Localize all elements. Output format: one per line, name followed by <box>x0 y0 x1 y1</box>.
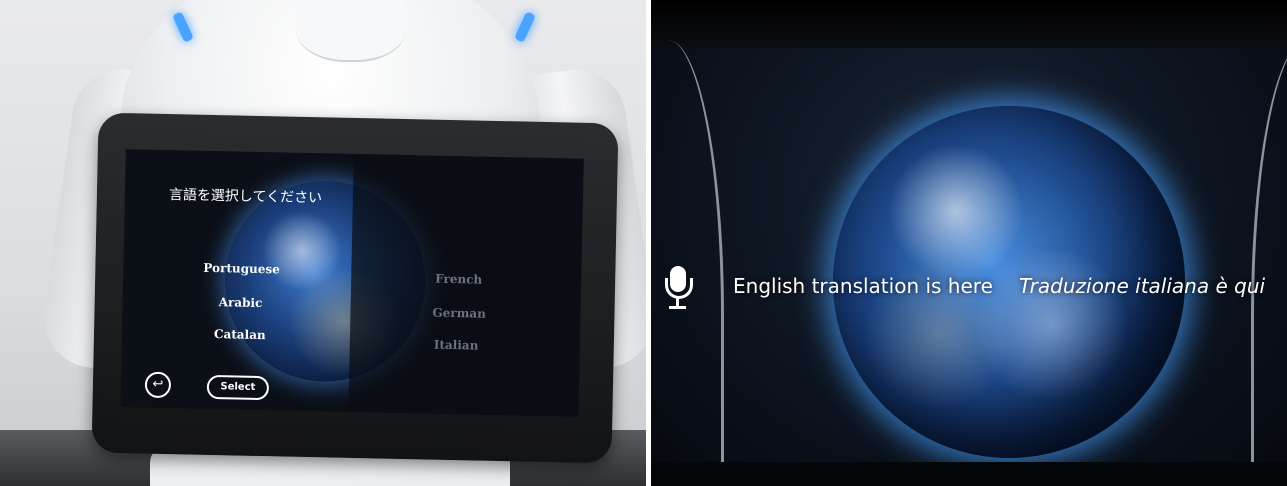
robot-neck <box>296 0 406 62</box>
language-option-arabic[interactable]: Arabic <box>219 295 263 310</box>
microphone-icon[interactable] <box>663 266 693 310</box>
language-option-french[interactable]: French <box>435 272 482 287</box>
screen-edge-right <box>1251 40 1287 486</box>
robot-tablet-photo: 言語を選択してください Portuguese Arabic Catalan Fr… <box>0 0 646 486</box>
screen-edge-left <box>651 40 724 486</box>
robot-led-right <box>514 11 536 43</box>
page-title: 言語を選択してください <box>168 187 323 207</box>
language-option-italian[interactable]: Italian <box>434 338 479 353</box>
screen-bezel-bottom <box>651 462 1287 486</box>
language-option-german[interactable]: German <box>432 306 486 321</box>
english-caption: English translation is here <box>733 274 993 298</box>
tablet-screen: 言語を選択してください Portuguese Arabic Catalan Fr… <box>120 149 584 417</box>
back-button[interactable]: ↩ <box>144 371 172 399</box>
screen-bezel-top <box>651 0 1287 48</box>
italian-caption: Traduzione italiana è qui <box>1019 274 1266 298</box>
tablet-frame: 言語を選択してください Portuguese Arabic Catalan Fr… <box>91 112 619 464</box>
language-option-portuguese[interactable]: Portuguese <box>203 261 280 277</box>
language-option-catalan[interactable]: Catalan <box>214 327 266 342</box>
translation-screen-photo: English translation is here Traduzione i… <box>651 0 1287 486</box>
select-button[interactable]: Select <box>206 374 270 401</box>
back-arrow-icon: ↩ <box>152 376 164 393</box>
